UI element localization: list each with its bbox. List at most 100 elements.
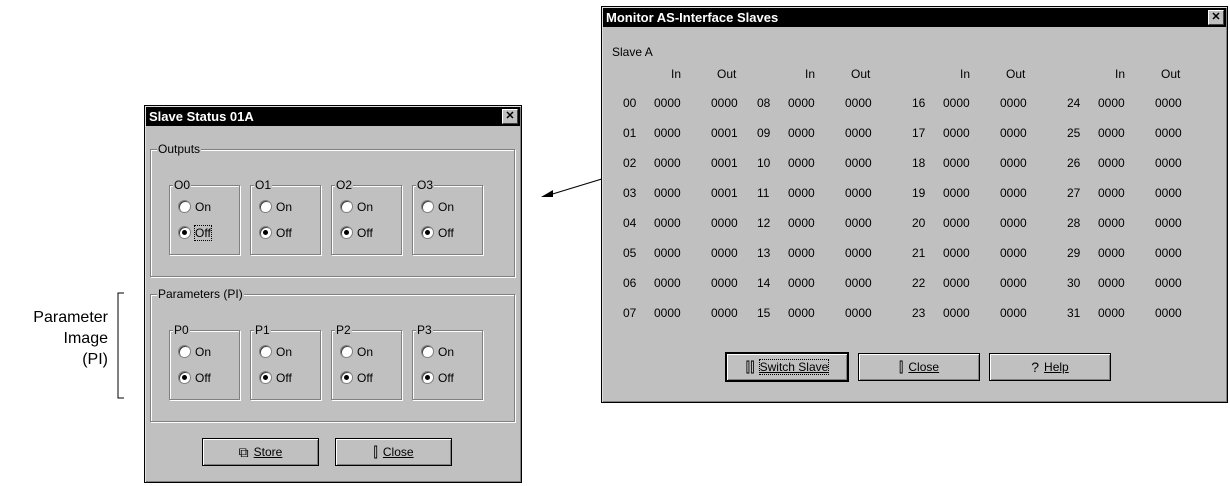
column-header-out: Out — [1006, 67, 1026, 81]
slave-address: 13 — [757, 246, 771, 260]
radio-label: Off — [276, 226, 292, 240]
store-button[interactable]: ⧉ Store — [202, 438, 319, 466]
slave-out-value: 0000 — [845, 186, 872, 200]
slave-address: 24 — [1067, 96, 1081, 110]
close-door-icon: ⫿ — [898, 359, 904, 375]
monitor-close-button[interactable]: ⫿ Close — [858, 353, 980, 381]
help-button[interactable]: ? Help — [989, 353, 1111, 381]
parameter-image-annotation: Parameter Image (PI) — [0, 307, 108, 370]
radio-off[interactable]: Off — [178, 225, 212, 241]
radio-label: Off — [194, 225, 212, 241]
radio-on[interactable]: On — [259, 344, 292, 360]
close-icon[interactable]: ✕ — [502, 109, 518, 124]
radio-off[interactable]: Off — [259, 225, 292, 241]
radio-button-icon[interactable] — [340, 345, 353, 358]
radio-button-icon[interactable] — [259, 371, 272, 384]
slave-address: 18 — [912, 156, 926, 170]
group-label: O2 — [335, 178, 354, 192]
slave-address: 08 — [757, 96, 771, 110]
slave-address: 20 — [912, 216, 926, 230]
slave-address: 25 — [1067, 126, 1081, 140]
radio-button-icon[interactable] — [178, 345, 191, 358]
slave-in-value: 0000 — [654, 96, 681, 110]
radio-off[interactable]: Off — [340, 225, 373, 241]
slave-in-value: 0000 — [1098, 186, 1125, 200]
slave-address: 26 — [1067, 156, 1081, 170]
radio-on[interactable]: On — [178, 344, 211, 360]
radio-label: Off — [438, 371, 454, 385]
slave-in-value: 0000 — [788, 306, 815, 320]
slave-address: 14 — [757, 276, 771, 290]
radio-button-icon[interactable] — [421, 371, 434, 384]
radio-button-icon[interactable] — [259, 200, 272, 213]
output-o2-group: O2 On Off — [331, 178, 402, 255]
radio-button-icon[interactable] — [421, 226, 434, 239]
column-header-out: Out — [1161, 67, 1181, 81]
radio-off[interactable]: Off — [340, 370, 373, 386]
radio-button-icon[interactable] — [178, 226, 191, 239]
slave-in-value: 0000 — [1098, 306, 1125, 320]
close-button[interactable]: ⫿ Close — [335, 438, 452, 466]
slave-address: 29 — [1067, 246, 1081, 260]
switch-icon: ⫿⫿ — [745, 359, 755, 375]
radio-button-icon[interactable] — [178, 200, 191, 213]
radio-off[interactable]: Off — [421, 370, 454, 386]
slave-out-value: 0000 — [1000, 276, 1027, 290]
slave-out-value: 0000 — [1155, 126, 1182, 140]
slave-address: 10 — [757, 156, 771, 170]
radio-button-icon[interactable] — [340, 371, 353, 384]
radio-button-icon[interactable] — [421, 200, 434, 213]
radio-on[interactable]: On — [178, 199, 211, 215]
slave-address: 28 — [1067, 216, 1081, 230]
radio-off[interactable]: Off — [259, 370, 292, 386]
slave-in-value: 0000 — [654, 246, 681, 260]
outputs-label: Outputs — [157, 142, 202, 156]
switch-slave-button[interactable]: ⫿⫿ Switch Slave — [725, 352, 849, 382]
radio-on[interactable]: On — [340, 199, 373, 215]
slave-out-value: 0001 — [711, 156, 738, 170]
radio-on[interactable]: On — [259, 199, 292, 215]
slave-out-value: 0000 — [845, 276, 872, 290]
slave-address: 09 — [757, 126, 771, 140]
radio-off[interactable]: Off — [178, 370, 211, 386]
slave-address: 27 — [1067, 186, 1081, 200]
radio-button-icon[interactable] — [259, 345, 272, 358]
slave-address: 06 — [623, 276, 637, 290]
slave-out-value: 0000 — [711, 306, 738, 320]
close-button-label: Close — [382, 445, 414, 459]
radio-button-icon[interactable] — [259, 226, 272, 239]
param-p2-group: P2 On Off — [331, 323, 402, 400]
slave-address: 00 — [623, 96, 637, 110]
slave-in-value: 0000 — [654, 126, 681, 140]
column-header-in: In — [671, 67, 682, 81]
slave-out-value: 0000 — [845, 156, 872, 170]
slave-out-value: 0000 — [1000, 186, 1027, 200]
slave-in-value: 0000 — [654, 216, 681, 230]
slave-label: Slave A — [612, 45, 653, 59]
column-header-in: In — [960, 67, 971, 81]
radio-on[interactable]: On — [340, 344, 373, 360]
column-header-out: Out — [851, 67, 871, 81]
close-icon[interactable]: ✕ — [1208, 10, 1224, 25]
help-label: Help — [1044, 360, 1069, 374]
slave-out-value: 0000 — [1155, 246, 1182, 260]
annotation-line: Parameter — [33, 309, 108, 326]
radio-label: Off — [195, 371, 211, 385]
slave-in-value: 0000 — [788, 276, 815, 290]
slave-address: 03 — [623, 186, 637, 200]
switch-slave-label: Switch Slave — [758, 359, 830, 375]
group-label: O3 — [416, 178, 435, 192]
radio-label: On — [438, 345, 455, 359]
slave-out-value: 0000 — [1000, 156, 1027, 170]
radio-button-icon[interactable] — [340, 226, 353, 239]
slave-in-value: 0000 — [1098, 126, 1125, 140]
parameters-label: Parameters (PI) — [157, 287, 244, 301]
slave-in-value: 0000 — [1098, 276, 1125, 290]
annotation-line: Image — [63, 330, 108, 347]
radio-on[interactable]: On — [421, 344, 454, 360]
radio-button-icon[interactable] — [421, 345, 434, 358]
radio-on[interactable]: On — [421, 199, 454, 215]
radio-button-icon[interactable] — [340, 200, 353, 213]
radio-off[interactable]: Off — [421, 225, 454, 241]
radio-button-icon[interactable] — [178, 371, 191, 384]
